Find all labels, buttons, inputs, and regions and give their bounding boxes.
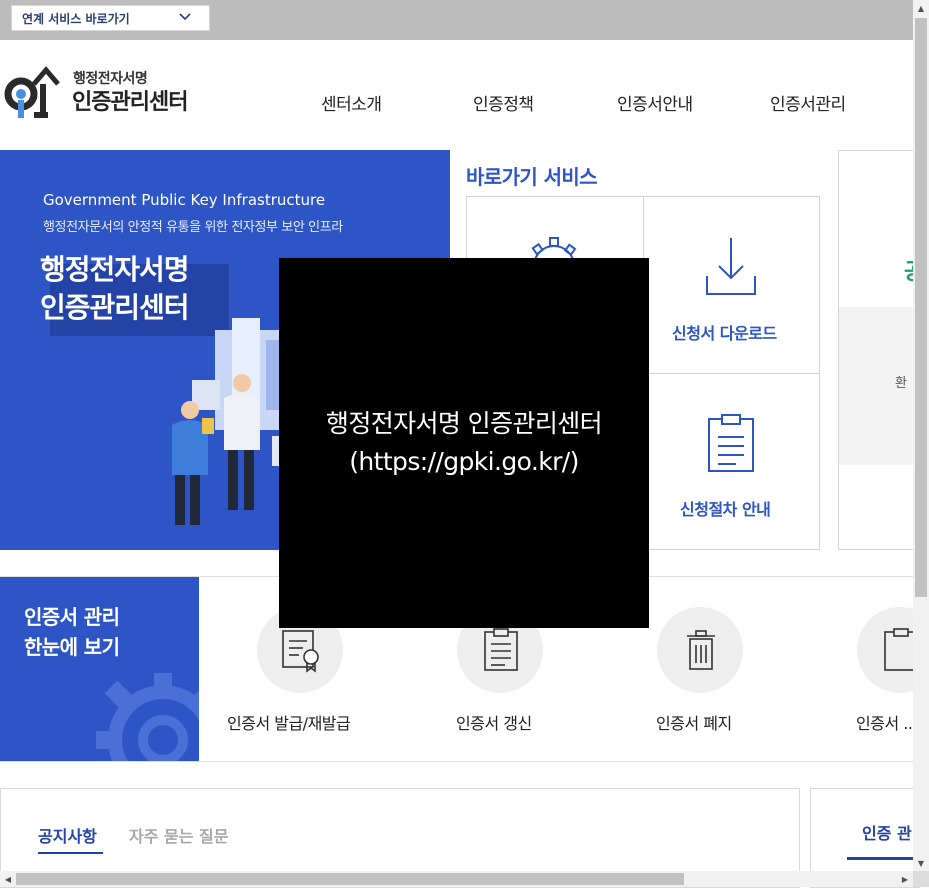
scroll-up-arrow[interactable]: ▲ [913,0,929,16]
right-panel-text: 환 [895,376,907,391]
cert-renew-label[interactable]: 인증서 갱신 [456,710,532,734]
certificate-icon [282,630,319,673]
scroll-down-arrow[interactable]: ▼ [913,855,929,871]
quick-services-title: 바로가기 서비스 [466,165,598,189]
cert-revoke-button[interactable] [657,607,743,693]
related-services-select[interactable]: 연계 서비스 바로가기 [11,5,210,31]
overlay-site-url: (https://gpki.go.kr/) [349,447,579,476]
hero-title-line1: 행정전자서명 [40,253,190,286]
hero-subtitle-ko: 행정전자문서의 안정적 유통을 위한 전자정부 보안 인프라 [43,220,343,235]
cert-issue-label[interactable]: 인증서 발급/재발급 [227,710,351,734]
scroll-left-arrow[interactable]: ◀ [0,871,16,887]
logo-title[interactable]: 인증관리센터 [72,84,188,116]
cert-management-title-line1: 인증서 관리 [24,605,120,629]
horizontal-scroll-thumb[interactable] [16,873,684,885]
overlay-site-name: 행정전자서명 인증관리센터 [325,409,603,438]
gpki-logo[interactable] [4,64,64,122]
tab-cert[interactable]: 인증 관 [862,820,913,844]
trash-icon [687,630,715,670]
vertical-scroll-thumb[interactable] [915,18,927,597]
application-procedure-link[interactable]: 신청절차 안내 [680,496,771,520]
clipboard-list-icon [484,628,518,671]
site-caption-overlay: 행정전자서명 인증관리센터 (https://gpki.go.kr/) [279,258,649,628]
divider [0,761,913,762]
tab-notice[interactable]: 공지사항 [38,823,97,847]
nav-center-intro[interactable]: 센터소개 [321,90,382,115]
application-download-link[interactable]: 신청서 다운로드 [672,320,777,344]
cert-management-banner: 인증서 관리 한눈에 보기 [0,577,199,761]
download-icon[interactable] [703,236,759,298]
cert-management-title-line2: 한눈에 보기 [24,635,120,659]
hero-subtitle-en: Government Public Key Infrastructure [43,191,326,209]
related-services-label: 연계 서비스 바로가기 [22,11,130,26]
nav-certification-policy[interactable]: 인증정책 [473,90,534,115]
scrollbar-corner [913,871,929,887]
chevron-down-icon [179,13,191,21]
clipboard-icon[interactable] [707,413,755,473]
cert-other-label[interactable]: 인증서 ... [856,710,913,734]
tab-active-underline [38,852,103,854]
tab-active-underline [847,857,917,860]
nav-certificate-management[interactable]: 인증서관리 [770,90,846,115]
nav-certificate-guide[interactable]: 인증서안내 [617,90,693,115]
gear-icon [96,673,199,761]
scroll-right-arrow[interactable]: ▶ [897,871,913,887]
cert-revoke-label[interactable]: 인증서 폐지 [656,710,732,734]
tab-faq[interactable]: 자주 묻는 질문 [129,823,228,847]
